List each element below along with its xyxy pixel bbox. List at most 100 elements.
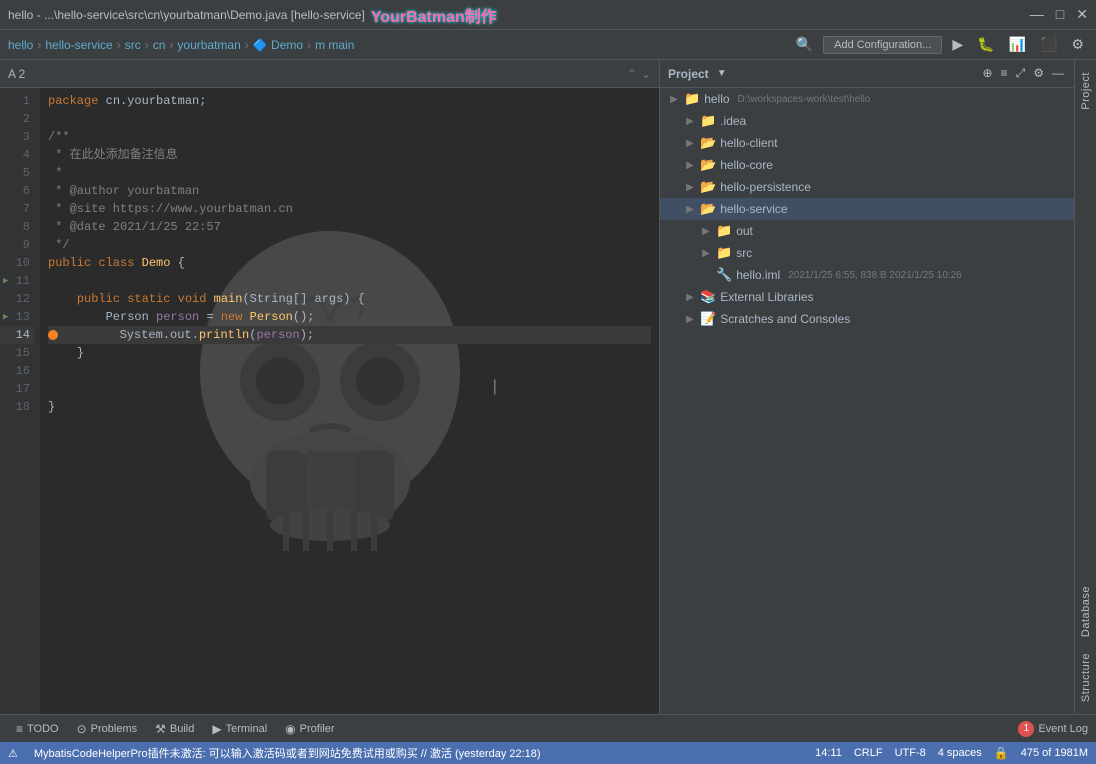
editor-area[interactable]: A 2 ⌃ ⌄ <box>0 60 659 714</box>
minimize-button[interactable]: — <box>1030 6 1044 23</box>
tree-hello-core[interactable]: ▶ 📂 hello-core <box>660 154 1074 176</box>
cursor-position[interactable]: 14:11 <box>815 747 842 759</box>
window-controls[interactable]: — □ ✕ <box>1030 6 1088 23</box>
add-item-icon[interactable]: ⊕ <box>981 64 995 83</box>
root-folder-icon: 📁 <box>684 91 700 107</box>
vtab-structure[interactable]: Structure <box>1078 645 1094 710</box>
settings-icon[interactable]: ⚙ <box>1067 34 1088 55</box>
scratches-arrow: ▶ <box>684 314 696 325</box>
terminal-icon: ▶ <box>212 722 221 736</box>
code-line-10: public class Demo { <box>48 254 651 272</box>
project-panel: Project ▼ ⊕ ≡ ⤢ ⚙ — ▶ 📁 hello D:\workspa… <box>659 60 1074 714</box>
hello-core-folder-icon: 📂 <box>700 157 716 173</box>
fold-icon[interactable]: ⌃ <box>627 67 637 81</box>
status-right: 14:11 CRLF UTF-8 4 spaces 🔒 475 of 1981M <box>815 746 1088 760</box>
problems-label: Problems <box>91 723 137 735</box>
stop-icon[interactable]: ⬛ <box>1036 34 1061 55</box>
problems-icon: ⊙ <box>77 722 87 736</box>
root-label: hello <box>704 92 729 106</box>
watermark: YourBatman制作 <box>371 3 497 27</box>
event-log-label: Event Log <box>1038 723 1088 735</box>
code-line-18: } <box>48 398 651 416</box>
hello-core-arrow: ▶ <box>684 160 696 171</box>
tree-view-icon[interactable]: ≡ <box>999 64 1010 83</box>
run-icon[interactable]: ▶ <box>948 34 967 55</box>
tree-scratches[interactable]: ▶ 📝 Scratches and Consoles <box>660 308 1074 330</box>
tree-idea[interactable]: ▶ 📁 .idea <box>660 110 1074 132</box>
build-icon: ⚒ <box>155 722 166 736</box>
profiler-tab[interactable]: ◉ Profiler <box>277 720 342 738</box>
vtab-database[interactable]: Database <box>1078 578 1094 645</box>
search-everywhere-icon[interactable]: 🔍 <box>792 34 817 55</box>
code-line-13: Person person = new Person(); <box>48 308 651 326</box>
nav-src[interactable]: src <box>125 38 141 52</box>
external-libraries-arrow: ▶ <box>684 292 696 303</box>
maximize-button[interactable]: □ <box>1056 6 1064 23</box>
tree-root-hello[interactable]: ▶ 📁 hello D:\workspaces-work\test\hello <box>660 88 1074 110</box>
window-title: hello - ...\hello-service\src\cn\yourbat… <box>8 8 365 22</box>
minimize-panel-icon[interactable]: — <box>1050 64 1066 83</box>
build-tab[interactable]: ⚒ Build <box>147 720 202 738</box>
project-dropdown-icon[interactable]: ▼ <box>717 68 727 79</box>
tree-src[interactable]: ▶ 📁 src <box>660 242 1074 264</box>
indent-setting[interactable]: 4 spaces <box>938 747 982 759</box>
iml-file-icon: 🔧 <box>716 267 732 283</box>
src-label: src <box>736 246 752 260</box>
idea-label: .idea <box>720 114 746 128</box>
nav-hello[interactable]: hello <box>8 38 33 52</box>
iml-label: hello.iml <box>736 268 780 282</box>
code-line-6: * @author yourbatman <box>48 182 651 200</box>
nav-demo[interactable]: 🔷 Demo <box>253 38 303 52</box>
unfold-icon[interactable]: ⌄ <box>641 67 651 81</box>
run-with-coverage-icon[interactable]: 📊 <box>1005 34 1030 55</box>
terminal-tab[interactable]: ▶ Terminal <box>204 720 275 738</box>
line-count: A 2 <box>8 67 25 81</box>
nav-cn[interactable]: cn <box>153 38 166 52</box>
vtab-project[interactable]: Project <box>1078 64 1094 118</box>
tree-external-libraries[interactable]: ▶ 📚 External Libraries <box>660 286 1074 308</box>
tree-hello-iml[interactable]: 🔧 hello.iml 2021/1/25 6:55, 838 B 2021/1… <box>660 264 1074 286</box>
nav-main[interactable]: m main <box>315 38 354 52</box>
memory-info: 475 of 1981M <box>1021 747 1088 759</box>
hello-core-label: hello-core <box>720 158 773 172</box>
todo-tab[interactable]: ≡ TODO <box>8 720 67 738</box>
hello-client-label: hello-client <box>720 136 777 150</box>
right-panel-container: Project ▼ ⊕ ≡ ⤢ ⚙ — ▶ 📁 hello D:\workspa… <box>659 60 1096 714</box>
add-configuration-button[interactable]: Add Configuration... <box>823 36 942 54</box>
encoding[interactable]: UTF-8 <box>895 747 926 759</box>
nav-yourbatman[interactable]: yourbatman <box>177 38 240 52</box>
code-editor[interactable]: package cn.yourbatman; /** * 在此处添加备注信息 *… <box>40 88 659 714</box>
tree-hello-service[interactable]: ▶ 📂 hello-service <box>660 198 1074 220</box>
code-line-2 <box>48 110 651 128</box>
nav-hello-service[interactable]: hello-service <box>45 38 112 52</box>
status-bar: ⚠ MybatisCodeHelperPro插件未激活: 可以输入激活码或者到网… <box>0 742 1096 764</box>
debug-icon[interactable]: 🐛 <box>973 34 998 55</box>
scratches-icon: 📝 <box>700 311 716 327</box>
tree-out[interactable]: ▶ 📁 out <box>660 220 1074 242</box>
tree-hello-persistence[interactable]: ▶ 📂 hello-persistence <box>660 176 1074 198</box>
editor-body[interactable]: 1 2 3 4 5 6 7 8 9 10 ▶ 11 12 ▶ 13 14 15 <box>0 88 659 714</box>
hello-client-arrow: ▶ <box>684 138 696 149</box>
project-tree[interactable]: ▶ 📁 hello D:\workspaces-work\test\hello … <box>660 88 1074 714</box>
close-button[interactable]: ✕ <box>1076 6 1088 23</box>
profiler-icon: ◉ <box>285 722 295 736</box>
iml-arrow <box>700 270 712 281</box>
gear-settings-icon[interactable]: ⚙ <box>1031 64 1046 83</box>
project-toolbar: ⊕ ≡ ⤢ ⚙ — <box>981 64 1066 83</box>
problems-tab[interactable]: ⊙ Problems <box>69 720 146 738</box>
code-line-11 <box>48 272 651 290</box>
todo-label: TODO <box>27 723 59 735</box>
event-log-count: 1 <box>1018 721 1034 737</box>
cursor-indicator: | <box>490 378 500 396</box>
code-line-17 <box>48 380 651 398</box>
code-line-4: * 在此处添加备注信息 <box>48 146 651 164</box>
line-ending[interactable]: CRLF <box>854 747 883 759</box>
code-line-3: /** <box>48 128 651 146</box>
vertical-tabs: Project Database Structure <box>1074 60 1096 714</box>
expand-all-icon[interactable]: ⤢ <box>1014 64 1028 83</box>
project-panel-header: Project ▼ ⊕ ≡ ⤢ ⚙ — <box>660 60 1074 88</box>
event-log[interactable]: 1 Event Log <box>1018 721 1088 737</box>
build-label: Build <box>170 723 194 735</box>
out-label: out <box>736 224 753 238</box>
tree-hello-client[interactable]: ▶ 📂 hello-client <box>660 132 1074 154</box>
